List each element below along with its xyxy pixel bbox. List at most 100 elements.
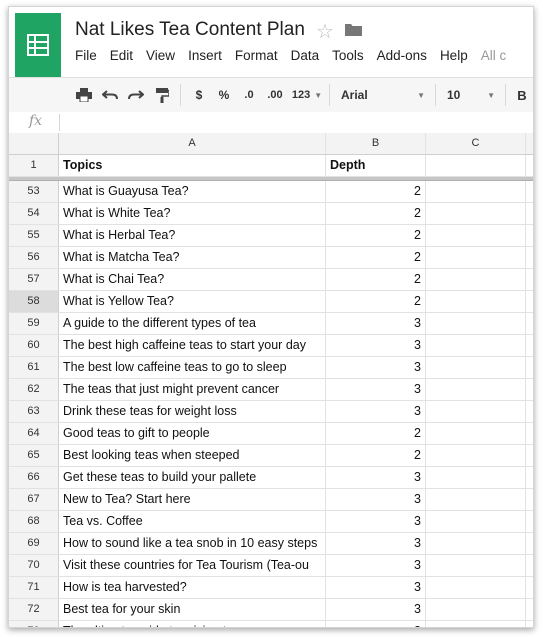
row-number[interactable]: 55 [9, 225, 59, 246]
cell-b[interactable]: 2 [326, 269, 426, 290]
menu-item-all-c[interactable]: All c [481, 48, 507, 63]
cell-a[interactable]: Best looking teas when steeped [59, 445, 326, 466]
cell-a[interactable]: The teas that just might prevent cancer [59, 379, 326, 400]
cell-c[interactable] [426, 599, 526, 620]
cell-a[interactable]: What is Herbal Tea? [59, 225, 326, 246]
cell-a[interactable]: Get these teas to build your pallete [59, 467, 326, 488]
cell-b[interactable]: 3 [326, 379, 426, 400]
cell-c[interactable] [426, 269, 526, 290]
cell-b[interactable]: 2 [326, 291, 426, 312]
cell-b[interactable]: 3 [326, 313, 426, 334]
cell-b[interactable]: 3 [326, 489, 426, 510]
cell-c[interactable] [426, 467, 526, 488]
cell-a[interactable]: How to sound like a tea snob in 10 easy … [59, 533, 326, 554]
cell-c[interactable] [426, 357, 526, 378]
row-number[interactable]: 62 [9, 379, 59, 400]
cell-b[interactable]: 2 [326, 423, 426, 444]
cell-a[interactable]: The ultimate guide to mixing teas [59, 621, 326, 627]
menu-item-edit[interactable]: Edit [110, 48, 133, 63]
cell-a[interactable]: What is Chai Tea? [59, 269, 326, 290]
cell-c[interactable] [426, 181, 526, 202]
column-header-c[interactable]: C [426, 133, 526, 154]
cell-b[interactable]: 3 [326, 467, 426, 488]
undo-icon[interactable] [99, 78, 121, 112]
cell-b[interactable]: 2 [326, 247, 426, 268]
cell-a[interactable]: A guide to the different types of tea [59, 313, 326, 334]
cell-c[interactable] [426, 511, 526, 532]
formula-input[interactable] [65, 112, 525, 133]
cell-c[interactable] [426, 155, 526, 176]
row-number[interactable]: 1 [9, 155, 59, 176]
star-icon[interactable]: ☆ [316, 19, 334, 44]
more-formats-dropdown[interactable]: 123 ▼ [289, 78, 325, 112]
row-number[interactable]: 69 [9, 533, 59, 554]
cell-a[interactable]: Visit these countries for Tea Tourism (T… [59, 555, 326, 576]
cell-a[interactable]: Best tea for your skin [59, 599, 326, 620]
cell-a[interactable]: Drink these teas for weight loss [59, 401, 326, 422]
folder-icon[interactable] [345, 23, 362, 36]
cell-b[interactable]: 3 [326, 533, 426, 554]
cell-c[interactable] [426, 621, 526, 627]
select-all-corner[interactable] [9, 133, 59, 154]
currency-format-button[interactable]: $ [189, 78, 209, 112]
menu-item-tools[interactable]: Tools [332, 48, 364, 63]
menu-item-format[interactable]: Format [235, 48, 278, 63]
font-dropdown[interactable]: Arial ▼ [335, 78, 431, 112]
cell-b[interactable]: 3 [326, 511, 426, 532]
menu-item-data[interactable]: Data [291, 48, 320, 63]
cell-c[interactable] [426, 401, 526, 422]
sheets-logo[interactable] [15, 13, 61, 77]
cell-c[interactable] [426, 555, 526, 576]
cell-a[interactable]: The best high caffeine teas to start you… [59, 335, 326, 356]
cell-a[interactable]: How is tea harvested? [59, 577, 326, 598]
cell-a[interactable]: What is Matcha Tea? [59, 247, 326, 268]
cell-b[interactable]: 3 [326, 555, 426, 576]
row-number[interactable]: 68 [9, 511, 59, 532]
redo-icon[interactable] [125, 78, 147, 112]
row-number[interactable]: 64 [9, 423, 59, 444]
row-number[interactable]: 58 [9, 291, 59, 312]
print-icon[interactable] [73, 78, 95, 112]
cell-c[interactable] [426, 247, 526, 268]
menu-item-help[interactable]: Help [440, 48, 468, 63]
increase-decimal-button[interactable]: .00 [263, 78, 287, 112]
cell-b[interactable]: 2 [326, 225, 426, 246]
bold-button[interactable]: B [513, 78, 531, 112]
row-number[interactable]: 56 [9, 247, 59, 268]
decrease-decimal-button[interactable]: .0 [238, 78, 260, 112]
cell-b[interactable]: 3 [326, 335, 426, 356]
row-number[interactable]: 72 [9, 599, 59, 620]
cell-a[interactable]: What is Yellow Tea? [59, 291, 326, 312]
cell-a[interactable]: Topics [59, 155, 326, 176]
cell-b[interactable]: 2 [326, 445, 426, 466]
cell-c[interactable] [426, 533, 526, 554]
cell-a[interactable]: New to Tea? Start here [59, 489, 326, 510]
menu-item-view[interactable]: View [146, 48, 175, 63]
row-number[interactable]: 66 [9, 467, 59, 488]
cell-a[interactable]: What is White Tea? [59, 203, 326, 224]
percent-format-button[interactable]: % [214, 78, 234, 112]
row-number[interactable]: 65 [9, 445, 59, 466]
cell-c[interactable] [426, 225, 526, 246]
row-number[interactable]: 59 [9, 313, 59, 334]
row-number[interactable]: 71 [9, 577, 59, 598]
row-number[interactable]: 54 [9, 203, 59, 224]
row-number[interactable]: 57 [9, 269, 59, 290]
cell-b[interactable]: 3 [326, 621, 426, 627]
row-number[interactable]: 61 [9, 357, 59, 378]
column-header-a[interactable]: A [59, 133, 326, 154]
paint-format-icon[interactable] [151, 78, 173, 112]
cell-c[interactable] [426, 335, 526, 356]
document-title[interactable]: Nat Likes Tea Content Plan [75, 19, 305, 41]
column-header-b[interactable]: B [326, 133, 426, 154]
cell-b[interactable]: 3 [326, 357, 426, 378]
menu-item-file[interactable]: File [75, 48, 97, 63]
cell-a[interactable]: What is Guayusa Tea? [59, 181, 326, 202]
cell-c[interactable] [426, 445, 526, 466]
cell-c[interactable] [426, 291, 526, 312]
row-number[interactable]: 60 [9, 335, 59, 356]
cell-b[interactable]: 3 [326, 577, 426, 598]
cell-a[interactable]: Tea vs. Coffee [59, 511, 326, 532]
cell-b[interactable]: 3 [326, 401, 426, 422]
cell-c[interactable] [426, 423, 526, 444]
